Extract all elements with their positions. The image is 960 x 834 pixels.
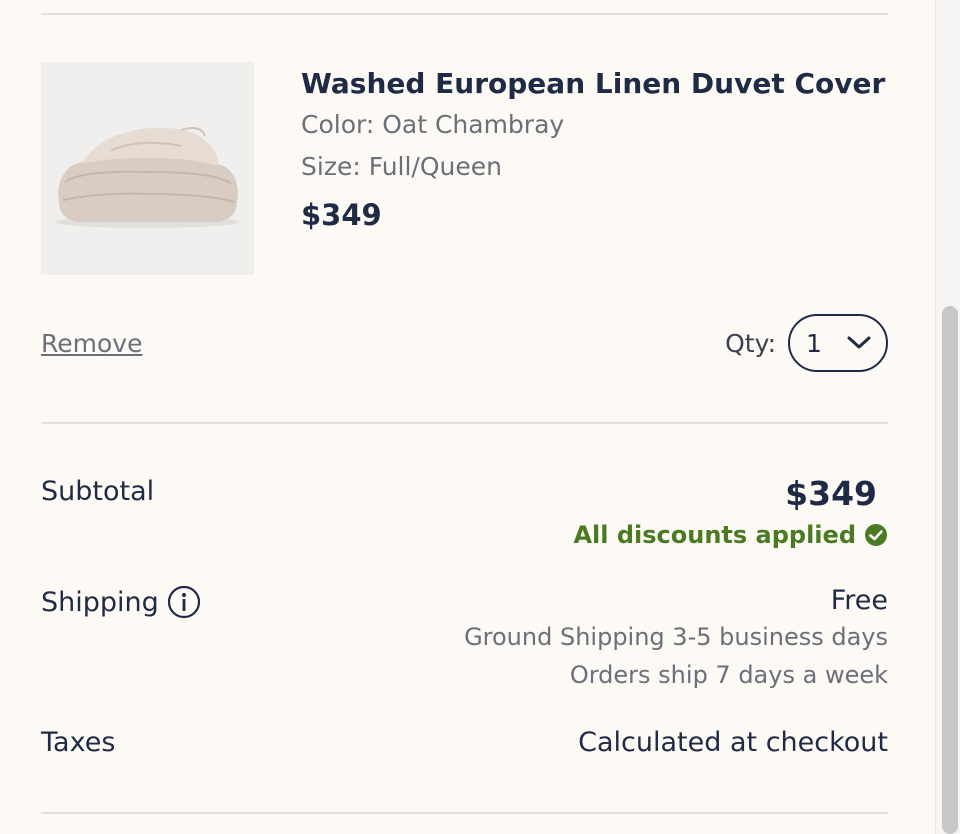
cart-content: Washed European Linen Duvet Cover Color:… [41, 0, 888, 834]
shipping-value: Free [830, 585, 888, 616]
shipping-block: Free Ground Shipping 3-5 business days O… [464, 585, 888, 694]
taxes-value: Calculated at checkout [578, 727, 888, 758]
subtotal-label: Subtotal [41, 476, 155, 507]
taxes-label: Taxes [41, 727, 116, 758]
bottom-divider [41, 812, 888, 814]
check-circle-icon [865, 524, 887, 546]
product-size: Size: Full/Queen [301, 152, 502, 181]
quantity-select[interactable]: 1 [788, 314, 888, 372]
remove-button[interactable]: Remove [41, 329, 142, 358]
item-divider [41, 422, 888, 424]
shipping-label: Shipping [41, 586, 159, 618]
subtotal-block: $349 All discounts applied [573, 474, 888, 549]
scrollbar-thumb[interactable] [942, 306, 958, 834]
info-icon[interactable] [167, 585, 201, 619]
shipping-row-label: Shipping [41, 585, 201, 619]
qty-value: 1 [806, 328, 822, 358]
product-price: $349 [301, 198, 382, 232]
shipping-note-2: Orders ship 7 days a week [569, 661, 888, 689]
cart-page: Washed European Linen Duvet Cover Color:… [0, 0, 960, 834]
product-info: Washed European Linen Duvet Cover Color:… [301, 64, 885, 232]
product-name[interactable]: Washed European Linen Duvet Cover [301, 64, 885, 104]
duvet-product-image [55, 127, 239, 228]
discount-text: All discounts applied [573, 521, 856, 549]
top-divider [41, 13, 888, 15]
quantity-control: Qty: 1 [725, 314, 888, 372]
shipping-note-1: Ground Shipping 3-5 business days [464, 623, 888, 651]
product-color: Color: Oat Chambray [301, 110, 565, 139]
discount-status: All discounts applied [573, 521, 888, 549]
chevron-down-icon [847, 336, 871, 349]
qty-label: Qty: [725, 328, 776, 358]
subtotal-value: $349 [785, 474, 877, 513]
product-thumbnail[interactable] [41, 62, 254, 275]
